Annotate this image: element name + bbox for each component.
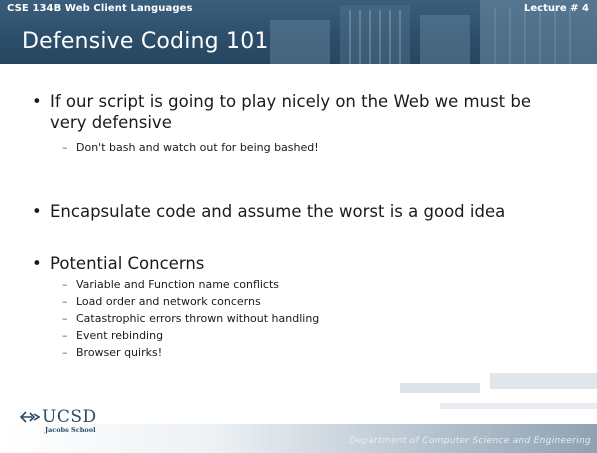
slide-title: Defensive Coding 101 [22, 29, 269, 54]
sub-bullet-dash: – [62, 329, 68, 342]
sub-bullet-item: – Load order and network concerns [62, 293, 261, 310]
logo-text: UCSD [42, 407, 97, 427]
sub-bullet-item: – Event rebinding [62, 327, 163, 344]
slide-content: • If our script is going to play nicely … [0, 64, 597, 394]
sub-bullet-text: Load order and network concerns [76, 295, 261, 308]
sub-bullet-dash: – [62, 346, 68, 359]
sub-bullet-dash: – [62, 278, 68, 291]
bullet-item: • Encapsulate code and assume the worst … [32, 201, 572, 222]
sub-bullet-text: Catastrophic errors thrown without handl… [76, 312, 320, 325]
bullet-dot: • [32, 202, 42, 221]
course-title: CSE 134B Web Client Languages [7, 3, 193, 14]
sub-bullet-item: – Browser quirks! [62, 344, 162, 361]
sub-bullet-text: Browser quirks! [76, 346, 163, 359]
sub-bullet-item: – Don't bash and watch out for being bash… [62, 139, 319, 156]
bullet-text: If our script is going to play nicely on… [50, 92, 532, 132]
bullet-item: • If our script is going to play nicely … [32, 91, 552, 133]
bullet-dot: • [32, 254, 42, 273]
sub-bullet-text: Event rebinding [76, 329, 164, 342]
bullet-text: Encapsulate code and assume the worst is… [50, 202, 506, 221]
sub-bullet-text: Don't bash and watch out for being bashe… [76, 141, 319, 154]
lecture-number: Lecture # 4 [524, 3, 589, 14]
trident-icon [20, 411, 40, 423]
ucsd-logo: UCSD Jacobs School [20, 407, 110, 441]
sub-bullet-item: – Catastrophic errors thrown without hand… [62, 310, 319, 327]
sub-bullet-dash: – [62, 295, 68, 308]
sub-bullet-dash: – [62, 312, 68, 325]
logo-subtitle: Jacobs School [45, 426, 96, 434]
footer: UCSD Jacobs School Department of Compute… [0, 373, 597, 453]
department-name: Department of Computer Science and Engin… [349, 436, 591, 446]
header-band: CSE 134B Web Client Languages Lecture # … [0, 0, 597, 64]
bullet-dot: • [32, 92, 42, 111]
bullet-item: • Potential Concerns [32, 253, 552, 274]
sub-bullet-dash: – [62, 141, 68, 154]
slide: CSE 134B Web Client Languages Lecture # … [0, 0, 597, 453]
sub-bullet-text: Variable and Function name conflicts [76, 278, 280, 291]
sub-bullet-item: – Variable and Function name conflicts [62, 276, 279, 293]
bullet-text: Potential Concerns [50, 254, 205, 273]
